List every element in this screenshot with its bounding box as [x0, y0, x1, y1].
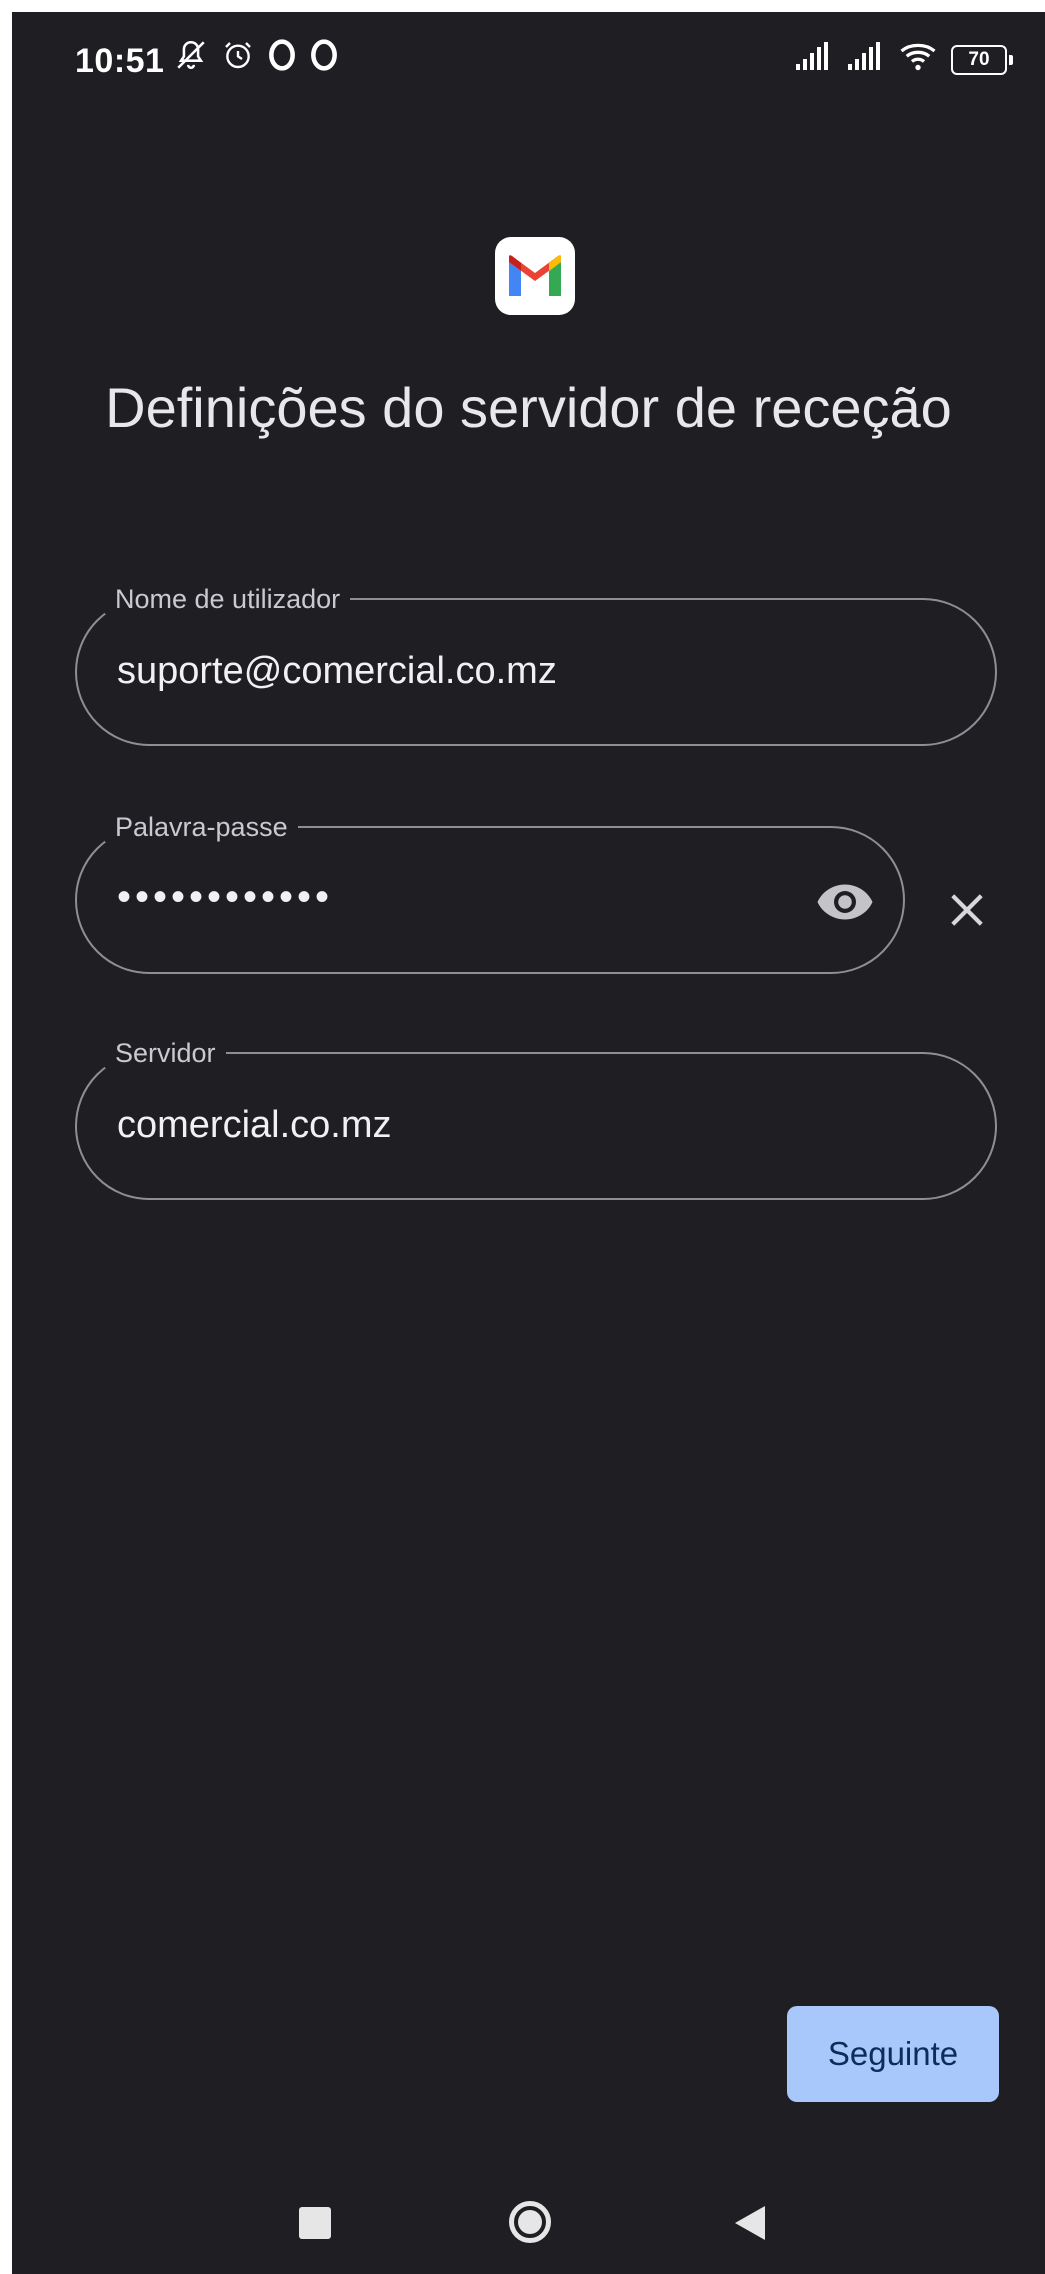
show-password-button[interactable]: [815, 872, 875, 932]
status-time: 10:51: [75, 42, 165, 80]
server-label: Servidor: [105, 1038, 226, 1068]
username-label: Nome de utilizador: [105, 584, 351, 614]
signal-icon: [795, 42, 833, 77]
server-field[interactable]: Servidor comercial.co.mz: [75, 1038, 997, 1200]
password-field[interactable]: Palavra-passe ••••••••••••: [75, 812, 905, 974]
server-value: comercial.co.mz: [117, 1104, 392, 1146]
do-not-disturb-off-icon: [174, 38, 208, 72]
clear-password-button[interactable]: [937, 880, 997, 940]
status-bar: 10:51 70: [12, 12, 1045, 112]
battery-level: 70: [968, 48, 990, 70]
status-right-icons: 70: [795, 42, 1013, 77]
back-icon[interactable]: [735, 2206, 765, 2240]
status-left-icons: [174, 38, 338, 72]
recent-apps-icon[interactable]: [299, 2207, 331, 2239]
close-icon: [951, 894, 983, 926]
password-value: ••••••••••••: [117, 875, 334, 919]
username-field[interactable]: Nome de utilizador suporte@comercial.co.…: [75, 584, 997, 746]
next-button[interactable]: Seguinte: [787, 2006, 999, 2102]
page-title: Definições do servidor de receção: [105, 376, 952, 439]
wifi-icon: [899, 42, 937, 77]
home-icon-inner: [518, 2210, 542, 2234]
eye-icon: [817, 884, 873, 920]
gmail-logo: [495, 237, 575, 315]
opera-icon: [310, 39, 338, 71]
battery-icon: 70: [951, 44, 1013, 75]
navigation-bar: [12, 2172, 1045, 2272]
home-icon[interactable]: [509, 2201, 551, 2243]
username-value: suporte@comercial.co.mz: [117, 650, 557, 692]
signal-icon: [847, 42, 885, 77]
password-label: Palavra-passe: [105, 812, 298, 842]
opera-icon: [268, 39, 296, 71]
screen: 10:51 70 Definições do servidor de receç…: [12, 12, 1045, 2274]
alarm-icon: [222, 39, 254, 71]
